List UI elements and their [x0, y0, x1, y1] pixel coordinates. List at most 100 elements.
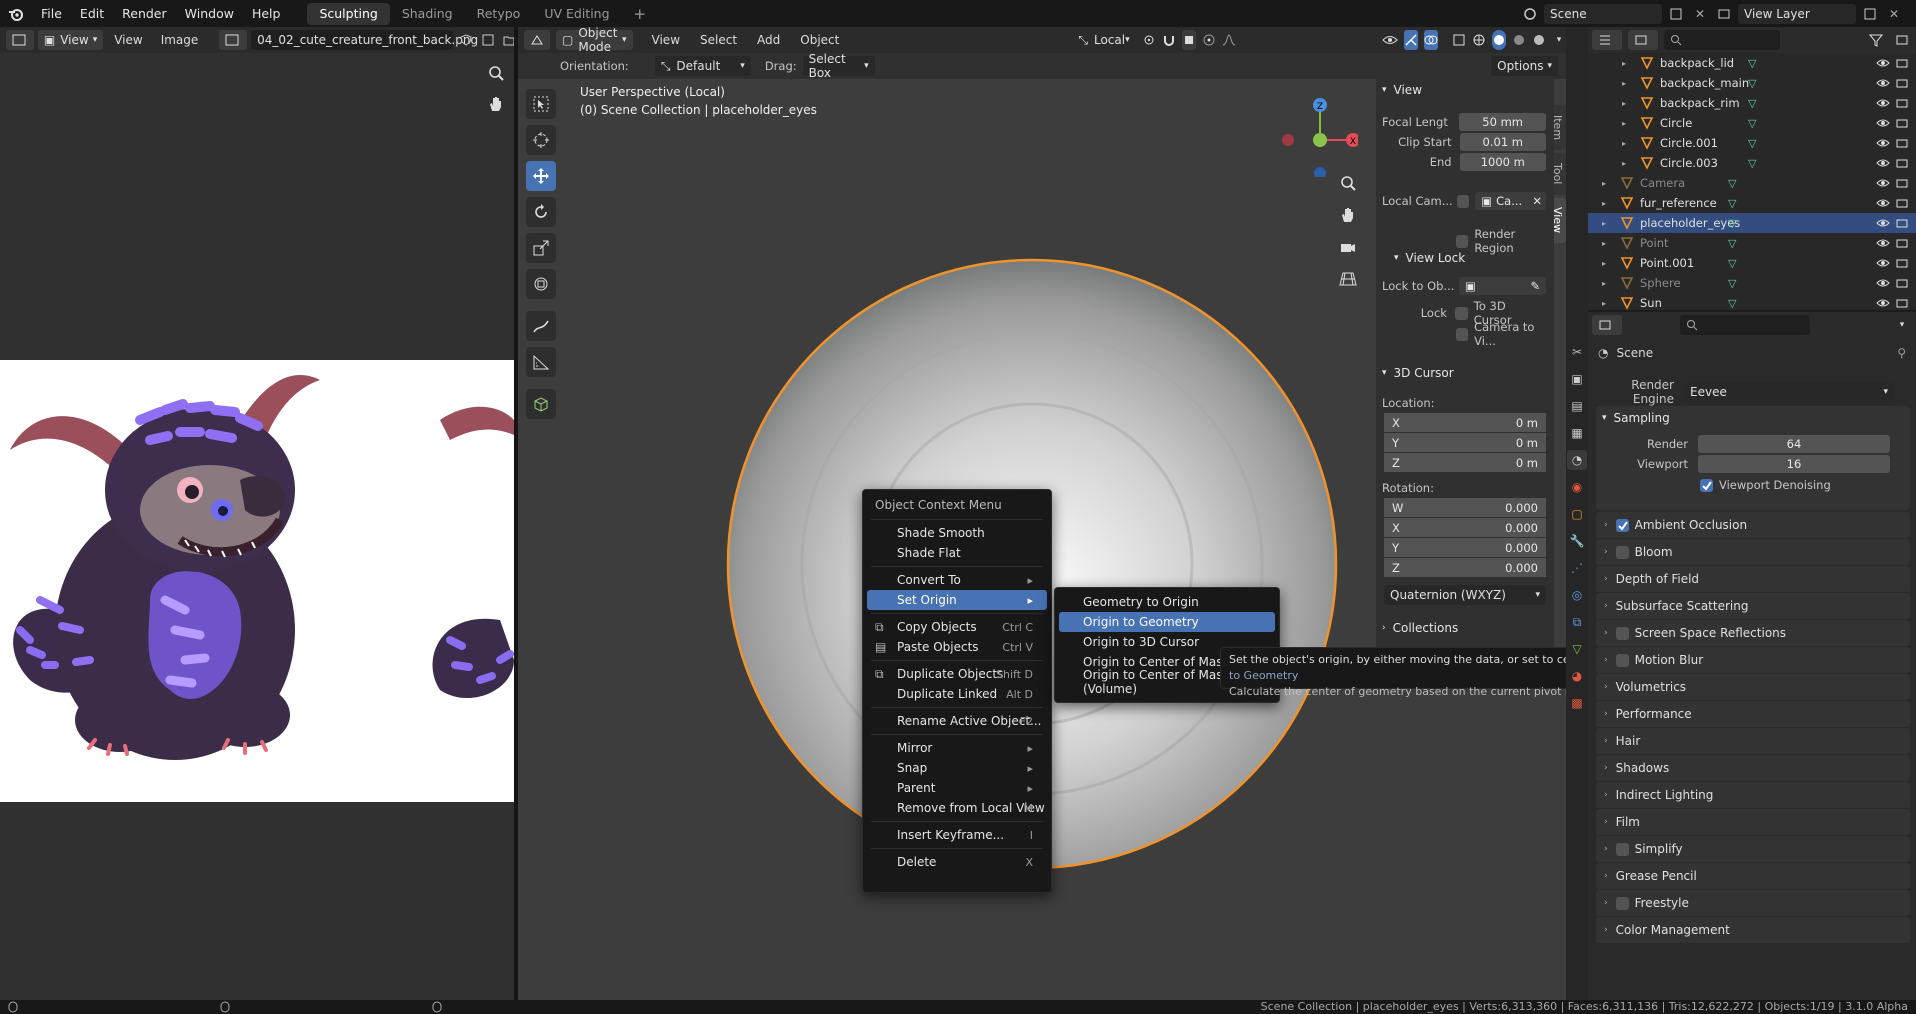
filter-icon[interactable] — [1866, 30, 1886, 50]
add-workspace-button[interactable]: + — [622, 3, 659, 25]
viewport-denoising-checkbox[interactable] — [1700, 478, 1713, 492]
eye-visibility-icon[interactable] — [1876, 117, 1890, 129]
outliner-row[interactable]: ▸ backpack_lid ▽ — [1588, 53, 1916, 73]
xray-toggle-icon[interactable] — [1452, 30, 1466, 50]
duplicate-view-layer-icon[interactable] — [1860, 4, 1880, 24]
camera-render-icon[interactable] — [1896, 57, 1908, 69]
menu-item-mirror[interactable]: Mirror ▸ — [867, 738, 1047, 758]
image-browse-dropdown[interactable] — [219, 30, 248, 50]
camera-to-view-checkbox[interactable] — [1456, 327, 1469, 341]
outliner-row[interactable]: ▸ backpack_main ▽ — [1588, 73, 1916, 93]
object-tab-icon[interactable]: ▢ — [1567, 504, 1587, 524]
view-section-header[interactable]: ▾ View — [1376, 78, 1554, 102]
expand-arrow-icon[interactable]: ▸ — [1602, 299, 1606, 308]
eye-visibility-icon[interactable] — [1876, 77, 1890, 89]
expand-arrow-icon[interactable]: ▸ — [1622, 119, 1626, 128]
properties-section-simplify[interactable]: › Simplify — [1596, 836, 1910, 863]
properties-section-grease-pencil[interactable]: › Grease Pencil — [1596, 863, 1910, 890]
expand-arrow-icon[interactable]: ▸ — [1622, 99, 1626, 108]
navigation-gizmo[interactable]: Z X — [1278, 87, 1358, 177]
fake-user-shield-icon[interactable] — [457, 30, 475, 50]
display-mode-dropdown[interactable] — [1628, 30, 1658, 50]
orientation-dropdown[interactable]: ⤡ Default ▾ — [654, 56, 751, 76]
properties-section-performance[interactable]: › Performance — [1596, 701, 1910, 728]
menu-item-copy-objects[interactable]: ⧉ Copy Objects Ctrl C — [867, 617, 1047, 637]
measure-tool-icon[interactable] — [526, 347, 556, 377]
duplicate-scene-icon[interactable] — [1666, 4, 1686, 24]
focal-length-field[interactable]: 50 mm — [1459, 113, 1546, 131]
expand-arrow-icon[interactable]: ▸ — [1602, 219, 1606, 228]
pin-icon[interactable]: ⚲ — [1897, 346, 1906, 360]
object-mode-dropdown[interactable]: ▢ Object Mode ▾ — [556, 27, 633, 54]
data-tab-icon[interactable]: ▽ — [1567, 639, 1587, 659]
menu-item-shade-flat[interactable]: Shade Flat — [867, 543, 1047, 563]
eye-visibility-icon[interactable] — [1876, 197, 1890, 209]
properties-section-hair[interactable]: › Hair — [1596, 728, 1910, 755]
menu-item-shade-smooth[interactable]: Shade Smooth — [867, 523, 1047, 543]
menu-item-delete[interactable]: Delete X — [867, 852, 1047, 872]
menu-item-rename-active-object[interactable]: Rename Active Object... F2 — [867, 711, 1047, 731]
eye-visibility-icon[interactable] — [1876, 177, 1890, 189]
move-tool-icon[interactable] — [526, 161, 556, 191]
gizmo-toggle-icon[interactable] — [1403, 30, 1418, 50]
expand-arrow-icon[interactable]: ▸ — [1602, 199, 1606, 208]
section-enable-checkbox[interactable] — [1615, 842, 1629, 856]
cursor-tool-icon[interactable] — [526, 125, 556, 155]
render-samples-field[interactable]: 64 — [1698, 435, 1890, 453]
clip-end-field[interactable]: 1000 m — [1459, 153, 1546, 171]
clip-start-field[interactable]: 0.01 m — [1459, 133, 1546, 151]
outliner-editor-type-dropdown[interactable] — [1592, 30, 1622, 50]
outliner-row[interactable]: ▸ Circle ▽ — [1588, 113, 1916, 133]
new-collection-icon[interactable] — [1892, 30, 1912, 50]
visibility-eye-icon[interactable] — [1382, 30, 1398, 50]
local-camera-checkbox[interactable] — [1456, 194, 1470, 208]
particles-tab-icon[interactable]: ⋰ — [1567, 558, 1587, 578]
select-box-tool-icon[interactable] — [526, 89, 556, 119]
section-enable-checkbox[interactable] — [1615, 626, 1629, 640]
modifier-tab-icon[interactable]: 🔧 — [1567, 531, 1587, 551]
pivot-point-icon[interactable] — [1142, 30, 1156, 50]
reference-image[interactable] — [0, 360, 514, 802]
render-engine-dropdown[interactable]: Eevee ▾ — [1684, 382, 1894, 402]
close-view-layer-icon[interactable]: ✕ — [1884, 4, 1904, 24]
proportional-edit-icon[interactable] — [1202, 30, 1216, 50]
camera-render-icon[interactable] — [1896, 217, 1908, 229]
render-tab-icon[interactable]: ▣ — [1567, 369, 1587, 389]
outliner-row[interactable]: ▸ placeholder_eyes ▽ — [1588, 213, 1916, 233]
viewport-editor-type-dropdown[interactable] — [524, 30, 550, 50]
eye-visibility-icon[interactable] — [1876, 257, 1890, 269]
eye-visibility-icon[interactable] — [1876, 217, 1890, 229]
expand-arrow-icon[interactable]: ▸ — [1622, 79, 1626, 88]
eye-visibility-icon[interactable] — [1876, 237, 1890, 249]
properties-section-shadows[interactable]: › Shadows — [1596, 755, 1910, 782]
menu-edit[interactable]: Edit — [71, 0, 113, 27]
expand-arrow-icon[interactable]: ▸ — [1602, 179, 1606, 188]
camera-render-icon[interactable] — [1896, 177, 1908, 189]
rotate-tool-icon[interactable] — [526, 197, 556, 227]
add-cube-tool-icon[interactable] — [526, 389, 556, 419]
camera-render-icon[interactable] — [1896, 237, 1908, 249]
menu-item-convert-to[interactable]: Convert To ▸ — [867, 570, 1047, 590]
outliner-row[interactable]: ▸ Camera ▽ — [1588, 173, 1916, 193]
close-scene-icon[interactable]: ✕ — [1690, 4, 1710, 24]
cursor-rotation-z-field[interactable]: Z 0.000 — [1384, 558, 1546, 577]
workspace-tab-sculpting[interactable]: Sculpting — [307, 2, 390, 25]
menu-add[interactable]: Add — [750, 33, 787, 47]
camera-render-icon[interactable] — [1896, 117, 1908, 129]
eye-visibility-icon[interactable] — [1876, 57, 1890, 69]
section-enable-checkbox[interactable] — [1615, 896, 1629, 910]
scene-tab-icon[interactable]: ◔ — [1567, 450, 1587, 470]
cursor-rotation-w-field[interactable]: W 0.000 — [1384, 498, 1546, 517]
menu-item-paste-objects[interactable]: ▤ Paste Objects Ctrl V — [867, 637, 1047, 657]
properties-search-input[interactable] — [1680, 315, 1810, 335]
properties-section-depth-of-field[interactable]: › Depth of Field — [1596, 566, 1910, 593]
lock-to-3d-cursor-checkbox[interactable] — [1454, 306, 1468, 320]
lock-to-object-field[interactable]: ▣ ✎ — [1458, 277, 1546, 295]
submenu-item-origin-to-geometry[interactable]: Origin to Geometry — [1059, 612, 1275, 632]
cursor-rotation-x-field[interactable]: X 0.000 — [1384, 518, 1546, 537]
snap-target-icon[interactable] — [1181, 30, 1196, 50]
properties-section-freestyle[interactable]: › Freestyle — [1596, 890, 1910, 917]
shading-solid-icon[interactable] — [1491, 30, 1506, 50]
overlays-toggle-icon[interactable] — [1423, 30, 1438, 50]
outliner-row[interactable]: ▸ Circle.001 ▽ — [1588, 133, 1916, 153]
